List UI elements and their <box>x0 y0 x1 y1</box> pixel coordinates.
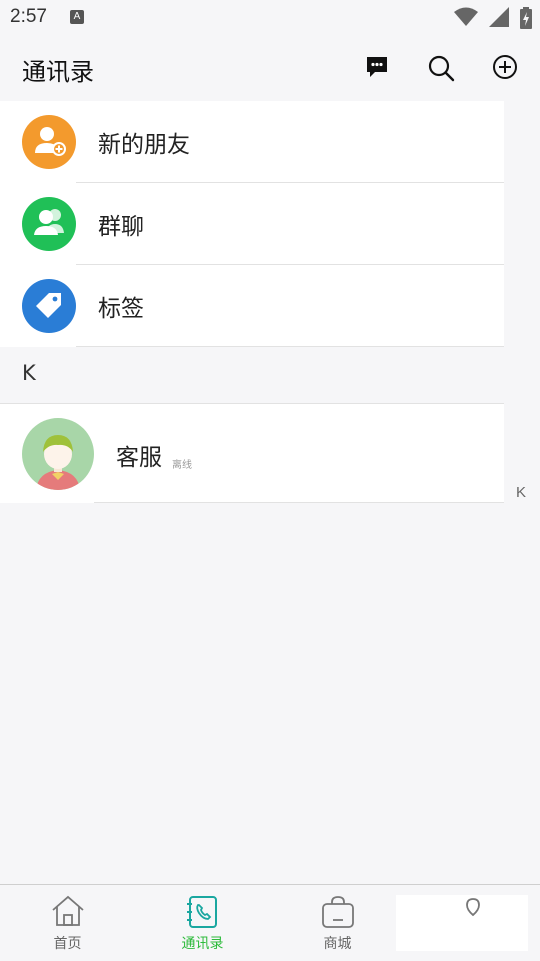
nav-mall-label: 商城 <box>323 936 352 952</box>
profile-icon <box>465 898 480 917</box>
contact-item[interactable]: 客服 离线 <box>0 404 504 503</box>
group-chat-icon <box>22 197 76 251</box>
new-friends-item[interactable]: 新的朋友 <box>0 101 504 183</box>
section-header: K <box>0 347 504 404</box>
status-icons <box>448 7 532 29</box>
contacts-icon <box>186 896 217 928</box>
new-friends-label: 新的朋友 <box>98 132 190 158</box>
status-bar: 2:57 A <box>0 0 540 36</box>
bottom-nav: 首页 通讯录 商城 <box>0 884 540 961</box>
function-list: 新的朋友 群聊 标签 <box>0 101 504 347</box>
search-icon[interactable] <box>427 54 457 84</box>
shopping-bag-icon <box>321 896 354 928</box>
app-header: 通讯录 <box>0 36 540 100</box>
status-time: 2:57 <box>10 6 47 27</box>
divider <box>94 502 504 503</box>
home-icon <box>51 895 84 926</box>
chat-bubble-icon[interactable] <box>364 54 394 84</box>
page-title: 通讯录 <box>22 58 94 86</box>
add-circle-icon[interactable] <box>492 54 522 84</box>
contact-status: 离线 <box>172 460 192 471</box>
nav-home-label: 首页 <box>53 936 82 952</box>
index-bar-letter[interactable]: K <box>516 484 526 501</box>
battery-icon <box>520 7 532 29</box>
nav-contacts[interactable]: 通讯录 <box>135 885 270 961</box>
nav-mall[interactable]: 商城 <box>270 885 405 961</box>
nav-home[interactable]: 首页 <box>0 885 135 961</box>
group-chat-label: 群聊 <box>98 214 144 240</box>
contact-name: 客服 <box>116 445 162 471</box>
tag-icon <box>22 279 76 333</box>
tags-label: 标签 <box>98 296 144 322</box>
nav-profile[interactable] <box>405 885 540 961</box>
tags-item[interactable]: 标签 <box>0 265 504 347</box>
avatar <box>22 418 94 490</box>
section-letter: K <box>22 361 36 385</box>
group-chat-item[interactable]: 群聊 <box>0 183 504 265</box>
notification-icon: A <box>70 10 84 24</box>
add-friend-icon <box>22 115 76 169</box>
signal-icon <box>488 7 509 27</box>
wifi-icon <box>453 7 478 26</box>
nav-contacts-label: 通讯录 <box>181 936 224 952</box>
